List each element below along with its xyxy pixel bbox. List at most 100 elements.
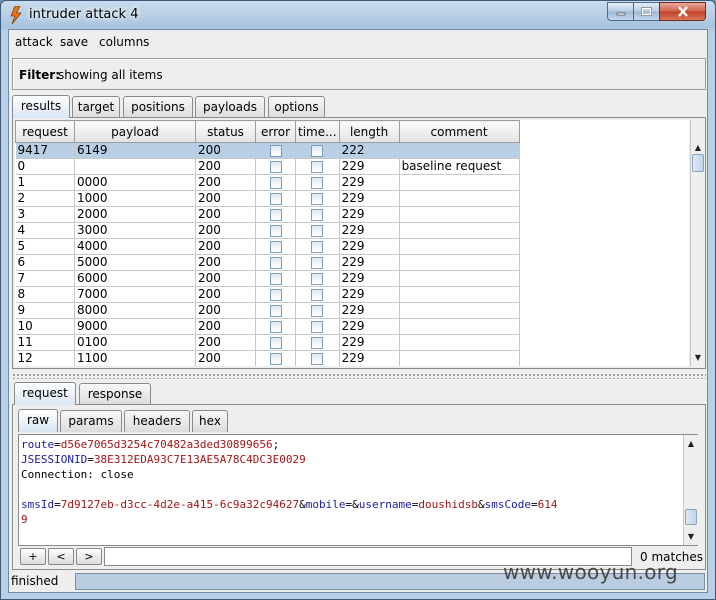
filter-bar[interactable]: Filter: showing all items: [12, 58, 706, 90]
comment-cell: [399, 190, 520, 207]
error-checkbox: [269, 144, 282, 157]
comment-cell: [399, 174, 520, 191]
editor-scrollbar[interactable]: ▲ ▼: [683, 435, 698, 545]
prev-match-button[interactable]: <: [48, 548, 74, 565]
col-comment-header[interactable]: comment: [398, 120, 520, 143]
payload-cell: 0100: [74, 334, 196, 351]
error-checkbox: [269, 208, 282, 221]
minimize-button[interactable]: [607, 2, 634, 21]
col-error-header[interactable]: error: [255, 120, 296, 143]
maximize-button[interactable]: [633, 2, 660, 21]
length-cell: 229: [339, 254, 400, 271]
tab-params[interactable]: params: [60, 410, 122, 432]
request-cell: 9: [15, 302, 75, 319]
col-request-header[interactable]: request: [15, 120, 75, 143]
request-cell: 6: [15, 254, 75, 271]
request-text[interactable]: route=d56e7065d3254c70482a3ded30899656; J…: [21, 437, 681, 527]
col-status-header[interactable]: status: [195, 120, 256, 143]
timeout-cell: [295, 142, 340, 159]
request-token: username: [358, 498, 412, 511]
editor-scroll-thumb[interactable]: [685, 509, 697, 525]
request-token: route: [21, 438, 55, 451]
comment-cell: [399, 270, 520, 287]
table-row[interactable]: 4 3000 200 229: [15, 222, 520, 239]
table-row[interactable]: 2 1000 200 229: [15, 190, 520, 207]
status-cell: 200: [195, 270, 256, 287]
status-text: finished: [11, 574, 59, 588]
editor-scroll-up-icon[interactable]: ▲: [684, 436, 698, 450]
timeout-checkbox: [311, 208, 324, 221]
window-title: intruder attack 4: [29, 7, 139, 22]
request-token: =: [531, 498, 538, 511]
client-area: attack save columns Filter: showing all …: [8, 29, 708, 593]
tab-positions[interactable]: positions: [123, 96, 193, 118]
timeout-cell: [295, 206, 340, 223]
request-cell: 8: [15, 286, 75, 303]
results-scrollbar[interactable]: ▲ ▼: [690, 120, 705, 366]
tab-options[interactable]: options: [268, 96, 325, 118]
comment-cell: [399, 350, 520, 366]
status-cell: 200: [195, 334, 256, 351]
payload-cell: 4000: [74, 238, 196, 255]
table-row[interactable]: 7 6000 200 229: [15, 270, 520, 287]
tab-target[interactable]: target: [72, 96, 120, 118]
scroll-up-arrow-icon[interactable]: ▲: [691, 140, 705, 154]
tab-results[interactable]: results: [12, 95, 70, 118]
table-row[interactable]: 8 7000 200 229: [15, 286, 520, 303]
length-cell: 229: [339, 286, 400, 303]
table-row[interactable]: 12 1100 200 229: [15, 350, 520, 366]
payload-cell: [74, 158, 196, 175]
col-timeout-header[interactable]: time...: [295, 120, 340, 143]
error-cell: [255, 350, 296, 366]
request-line: smsId=7d9127eb-d3cc-4d2e-a415-6c9a32c946…: [21, 497, 681, 512]
tab-raw[interactable]: raw: [18, 409, 58, 432]
error-checkbox: [269, 192, 282, 205]
title-bar[interactable]: intruder attack 4: [1, 1, 715, 29]
table-row[interactable]: 10 9000 200 229: [15, 318, 520, 335]
col-length-header[interactable]: length: [338, 120, 400, 143]
table-row[interactable]: 5 4000 200 229: [15, 238, 520, 255]
table-row[interactable]: 6 5000 200 229: [15, 254, 520, 271]
scroll-thumb[interactable]: [692, 154, 704, 172]
table-row[interactable]: 9 8000 200 229: [15, 302, 520, 319]
next-match-button[interactable]: >: [76, 548, 102, 565]
menu-save[interactable]: save: [60, 35, 88, 49]
close-window-button[interactable]: [659, 2, 706, 21]
pane-splitter[interactable]: [12, 373, 706, 379]
length-cell: 229: [339, 350, 400, 366]
scroll-down-arrow-icon[interactable]: ▼: [691, 350, 705, 364]
menu-columns[interactable]: columns: [99, 35, 149, 49]
comment-cell: [399, 334, 520, 351]
status-cell: 200: [195, 350, 256, 366]
col-payload-header[interactable]: payload: [74, 120, 196, 143]
menu-attack[interactable]: attack: [15, 35, 53, 49]
timeout-cell: [295, 334, 340, 351]
status-cell: 200: [195, 190, 256, 207]
tab-request[interactable]: request: [14, 382, 76, 405]
comment-cell: [399, 142, 520, 159]
status-cell: 200: [195, 206, 256, 223]
tab-response[interactable]: response: [79, 383, 151, 405]
tab-headers[interactable]: headers: [124, 410, 190, 432]
length-cell: 229: [339, 270, 400, 287]
request-cell: 1: [15, 174, 75, 191]
table-row[interactable]: 3 2000 200 229: [15, 206, 520, 223]
payload-cell: 8000: [74, 302, 196, 319]
add-search-button[interactable]: +: [20, 548, 46, 565]
timeout-cell: [295, 238, 340, 255]
tab-hex[interactable]: hex: [192, 410, 228, 432]
comment-cell: [399, 238, 520, 255]
table-row[interactable]: 0 200 229 baseline request: [15, 158, 520, 175]
length-cell: 229: [339, 158, 400, 175]
table-row[interactable]: 1 0000 200 229: [15, 174, 520, 191]
payload-cell: 6000: [74, 270, 196, 287]
results-table[interactable]: request payload status error time... len…: [15, 120, 689, 366]
error-checkbox: [269, 160, 282, 173]
editor-scroll-down-icon[interactable]: ▼: [684, 529, 698, 543]
length-cell: 229: [339, 174, 400, 191]
raw-request-editor[interactable]: route=d56e7065d3254c70482a3ded30899656; J…: [18, 434, 698, 546]
tab-payloads[interactable]: payloads: [195, 96, 265, 118]
table-row[interactable]: 11 0100 200 229: [15, 334, 520, 351]
table-row[interactable]: 9417 6149 200 222: [15, 142, 520, 159]
request-token: =: [54, 438, 61, 451]
